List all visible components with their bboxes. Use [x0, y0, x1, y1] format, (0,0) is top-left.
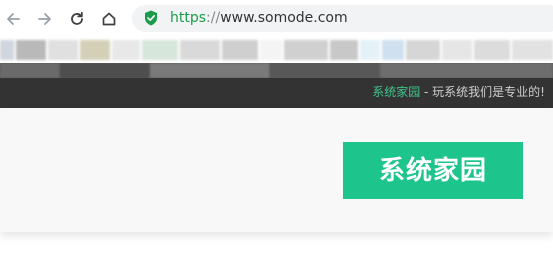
back-arrow-icon	[7, 13, 20, 25]
url-scheme: https	[170, 10, 207, 26]
bookmark-item[interactable]	[260, 40, 282, 60]
bookmark-item[interactable]	[442, 40, 472, 60]
logo-text: 系统家园	[378, 155, 487, 186]
bookmark-item[interactable]	[48, 40, 78, 60]
browser-toolbar: https://www.somode.com	[0, 0, 553, 38]
site-logo[interactable]: 系统家园	[343, 142, 523, 199]
site-header: 系统家园	[0, 108, 553, 232]
blurred-top-strip	[0, 63, 553, 78]
site-tagline: 系统家园 - 玩系统我们是专业的!	[372, 84, 545, 100]
forward-arrow-icon	[38, 13, 51, 25]
bookmark-item[interactable]	[222, 40, 258, 60]
bookmark-item[interactable]	[16, 40, 46, 60]
home-button[interactable]	[98, 8, 120, 30]
strip-segment	[380, 63, 553, 78]
strip-segment	[270, 63, 380, 78]
strip-segment	[150, 63, 270, 78]
url-text[interactable]: https://www.somode.com	[170, 10, 348, 27]
bookmark-item[interactable]	[512, 40, 553, 60]
bookmark-item[interactable]	[80, 40, 110, 60]
bookmark-item[interactable]	[180, 40, 220, 60]
strip-segment	[0, 63, 60, 78]
shield-check-icon	[145, 10, 157, 26]
back-button[interactable]	[2, 8, 24, 30]
tagline-text: - 玩系统我们是专业的!	[420, 85, 545, 99]
bookmark-item[interactable]	[0, 40, 14, 60]
bookmarks-bar	[0, 38, 553, 63]
bookmark-item[interactable]	[474, 40, 510, 60]
bookmark-item[interactable]	[284, 40, 328, 60]
forward-button[interactable]	[34, 8, 56, 30]
home-icon	[102, 12, 116, 26]
tagline-brand-link[interactable]: 系统家园	[372, 85, 420, 99]
bookmark-item[interactable]	[330, 40, 358, 60]
bookmark-item[interactable]	[142, 40, 178, 60]
reload-icon	[71, 11, 83, 25]
url-host: www.somode.com	[220, 10, 348, 26]
bookmark-item[interactable]	[382, 40, 404, 60]
bookmark-item[interactable]	[406, 40, 440, 60]
site-top-bar: 系统家园 - 玩系统我们是专业的!	[0, 78, 553, 108]
bookmark-item[interactable]	[112, 40, 140, 60]
bookmark-item[interactable]	[360, 40, 380, 60]
reload-button[interactable]	[66, 8, 88, 30]
url-separator: ://	[206, 10, 221, 26]
address-bar[interactable]: https://www.somode.com	[132, 5, 553, 32]
strip-segment	[60, 63, 150, 78]
